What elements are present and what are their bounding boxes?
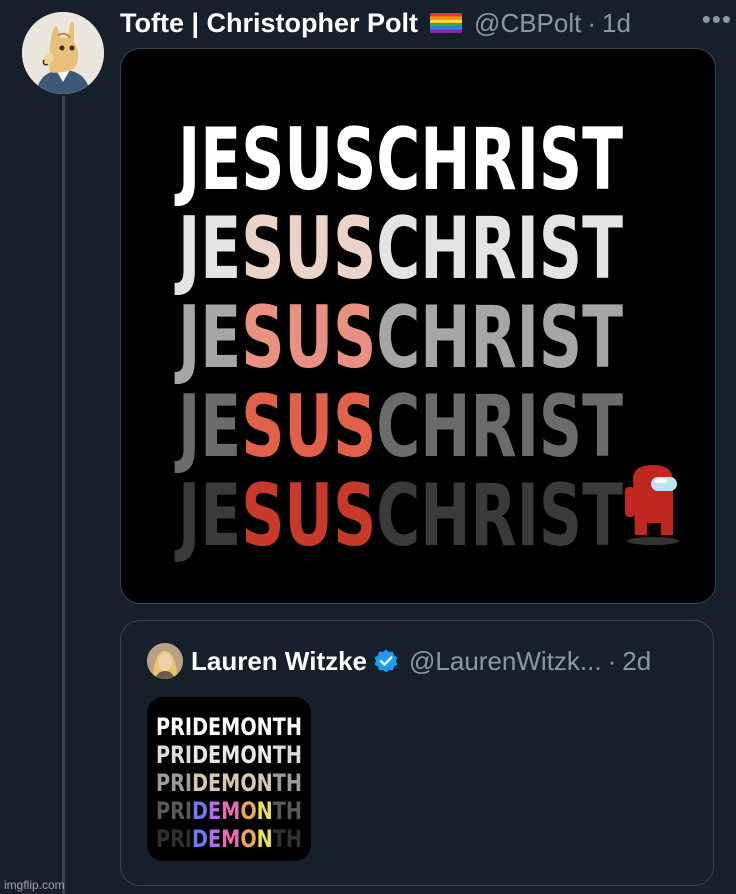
row-prefix: JE [175, 199, 242, 299]
jesuschrist-row: JESUSCHRIST [175, 199, 624, 299]
row-suffix: CHRIST [376, 466, 623, 566]
author-display-name[interactable]: Tofte | Christopher Polt [120, 8, 418, 39]
row-prefix: PRI [156, 769, 192, 797]
row-highlight-letter: M [221, 797, 240, 825]
row-highlight-letter: E [208, 797, 221, 825]
quoted-tweet-header: Lauren Witzke @LaurenWitzk... · 2d [147, 643, 651, 679]
quoted-author-avatar[interactable] [147, 643, 183, 679]
tweet-timestamp[interactable]: 1d [602, 8, 631, 39]
author-handle[interactable]: @CBPolt [474, 8, 581, 39]
quoted-tweet-timestamp[interactable]: 2d [622, 646, 651, 677]
pridemonth-row: PRIDEMONTH [156, 713, 302, 741]
tweet-header: Tofte | Christopher Polt @CBPolt · 1d [120, 4, 716, 42]
row-highlight-letter: O [240, 825, 256, 853]
row-prefix: PRI [156, 825, 192, 853]
watermark: imgflip.com [4, 878, 65, 892]
row-suffix: TH [273, 825, 302, 853]
pridemonth-row: PRIDEMONTH [156, 769, 302, 797]
row-highlight-letter: M [221, 825, 240, 853]
jesuschrist-row: JESUSCHRIST [175, 377, 624, 477]
author-avatar[interactable] [22, 12, 104, 94]
row-highlight-letter: N [257, 825, 273, 853]
row-highlight-letter: D [192, 825, 208, 853]
tweet-image[interactable]: JESUSCHRIST JESUSCHRIST JESUSCHRIST JESUSCH… [120, 48, 716, 604]
row-suffix: CHRIST [376, 288, 623, 388]
row-prefix: PRI [156, 713, 192, 741]
row-highlight: SUS [241, 199, 376, 299]
pridemonth-row: PRIDEMONTH [156, 825, 302, 853]
jesuschrist-row: JESUSCHRIST [175, 110, 624, 210]
quoted-tweet[interactable]: Lauren Witzke @LaurenWitzk... · 2d PRIDE… [120, 620, 714, 886]
row-highlight-letter: D [192, 797, 208, 825]
row-suffix: CHRIST [376, 377, 623, 477]
quoted-author-handle[interactable]: @LaurenWitzk... [409, 646, 602, 677]
verified-badge-icon [374, 649, 398, 673]
row-highlight: SUS [241, 377, 376, 477]
more-options-icon[interactable]: ••• [702, 4, 732, 35]
row-prefix: JE [175, 288, 242, 388]
row-highlight: DEMON [192, 741, 273, 769]
row-suffix: TH [273, 713, 302, 741]
row-highlight: SUS [241, 466, 376, 566]
thread-line [62, 96, 65, 894]
row-prefix: JE [175, 466, 242, 566]
quoted-tweet-image[interactable]: PRIDEMONTH PRIDEMONTH PRIDEMONTH PRIDEMONTH… [147, 697, 311, 861]
pridemonth-row: PRIDEMONTH [156, 797, 302, 825]
jesuschrist-row: JESUSCHRIST [175, 466, 624, 566]
pridemonth-image: PRIDEMONTHPRIDEMONTHPRIDEMONTHPRIDEMONTH… [156, 713, 302, 853]
jesuschrist-image: JESUSCHRISTJESUSCHRISTJESUSCHRISTJESUSCH… [175, 110, 679, 566]
row-suffix: TH [273, 797, 302, 825]
quoted-author-display-name[interactable]: Lauren Witzke [191, 646, 367, 677]
row-highlight: SUS [241, 288, 376, 388]
row-prefix: JE [175, 377, 242, 477]
row-suffix: CHRIST [376, 110, 623, 210]
row-prefix: PRI [156, 797, 192, 825]
row-suffix: TH [273, 769, 302, 797]
row-prefix: JE [175, 110, 242, 210]
person-avatar-icon [147, 643, 183, 679]
llama-avatar-icon [22, 12, 104, 94]
quoted-separator-dot: · [607, 645, 617, 676]
crewmate-icon [625, 465, 679, 545]
row-highlight: DEMON [192, 713, 273, 741]
row-prefix: PRI [156, 741, 192, 769]
row-suffix: TH [273, 741, 302, 769]
rainbow-flag-icon [430, 13, 463, 33]
row-highlight: DEMON [192, 769, 273, 797]
jesuschrist-row: JESUSCHRIST [175, 288, 624, 388]
row-highlight: SUS [241, 110, 376, 210]
row-suffix: CHRIST [376, 199, 623, 299]
row-highlight-letter: O [240, 797, 256, 825]
row-highlight-letter: E [208, 825, 221, 853]
pridemonth-row: PRIDEMONTH [156, 741, 302, 769]
row-highlight-letter: N [257, 797, 273, 825]
separator-dot: · [587, 7, 597, 38]
